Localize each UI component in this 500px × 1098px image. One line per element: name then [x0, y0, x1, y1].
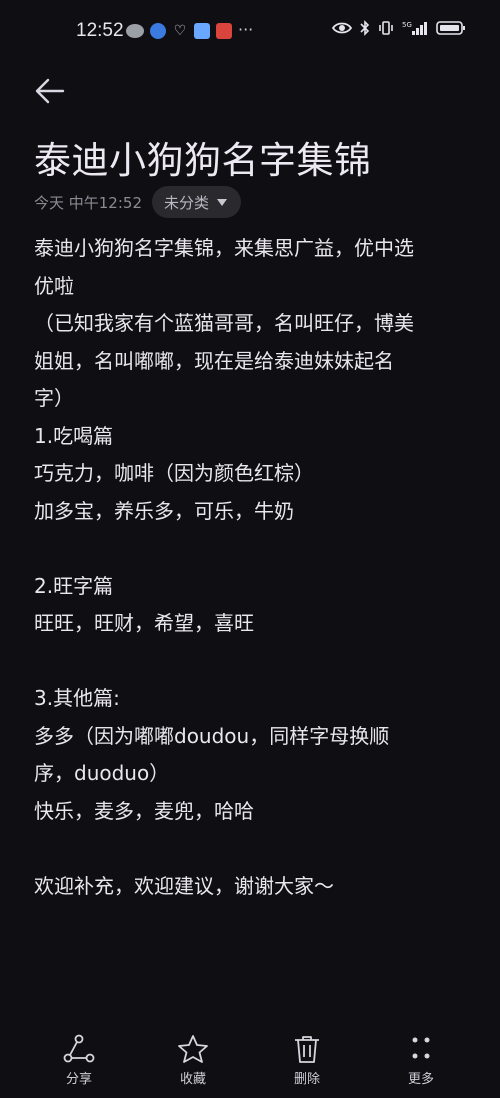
wechat-icon: [126, 24, 144, 38]
delete-button[interactable]: 删除: [272, 1026, 342, 1087]
note-date: 今天 中午12:52: [34, 193, 142, 212]
note-body[interactable]: 泰迪小狗狗名字集锦，来集思广益，优中选 优啦 （已知我家有个蓝猫哥哥，名叫旺仔，…: [34, 230, 464, 905]
battery-icon: [436, 21, 465, 35]
category-label: 未分类: [164, 193, 210, 212]
note-line: [34, 643, 464, 681]
star-icon: [178, 1035, 208, 1063]
note-line: [34, 830, 464, 868]
more-dots-icon: [412, 1037, 430, 1059]
vibrate-icon: [379, 21, 393, 35]
book-app-icon: [216, 23, 232, 39]
note-title[interactable]: 泰迪小狗狗名字集锦: [34, 130, 372, 184]
note-line: 加多宝，养乐多，可乐，牛奶: [34, 498, 294, 523]
camera-app-icon: [194, 23, 210, 39]
note-line: 快乐，麦多，麦兜，哈哈: [34, 798, 254, 823]
category-dropdown[interactable]: 未分类: [152, 186, 242, 218]
note-line: 泰迪小狗狗名字集锦，来集思广益，优中选: [34, 236, 414, 260]
bottom-toolbar: 分享 收藏 删除 更多: [0, 1026, 500, 1098]
share-button[interactable]: 分享: [44, 1026, 114, 1087]
note-line: 欢迎补充，欢迎建议，谢谢大家～: [34, 873, 334, 898]
note-line: 3.其他篇:: [34, 686, 120, 710]
delete-label: 删除: [293, 1072, 320, 1087]
share-label: 分享: [65, 1072, 92, 1087]
note-line: 优啦: [34, 273, 74, 298]
favorite-button[interactable]: 收藏: [158, 1026, 228, 1087]
note-line: 多多（因为嘟嘟doudou，同样字母换顺: [34, 723, 390, 748]
note-line: 序，duoduo）: [34, 761, 170, 785]
bluetooth-icon: [360, 20, 370, 36]
note-line: 旺旺，旺财，希望，喜旺: [34, 611, 254, 635]
back-button[interactable]: [32, 72, 70, 110]
status-bar: 12:52 ♡ ··· 5G: [0, 0, 500, 64]
note-line: 1.吃喝篇: [34, 423, 114, 448]
share-icon: [63, 1034, 95, 1063]
more-notifications-icon: ···: [238, 20, 254, 39]
status-time: 12:52: [76, 20, 124, 41]
back-arrow-icon: [35, 78, 65, 104]
note-line: 姐姐，名叫嘟嘟，现在是给泰迪妹妹起名: [34, 348, 394, 373]
note-line: 巧克力，咖啡（因为颜色红棕）: [34, 461, 314, 485]
note-meta: 今天 中午12:52 未分类: [34, 186, 242, 218]
signal-icon: 5G: [402, 21, 427, 35]
note-line: [34, 530, 464, 568]
favorite-label: 收藏: [179, 1072, 206, 1087]
svg-text:5G: 5G: [402, 21, 412, 29]
caret-down-icon: [217, 198, 228, 206]
more-label: 更多: [407, 1072, 434, 1087]
note-line: 字）: [34, 386, 74, 410]
notification-icons: ♡ ···: [126, 22, 253, 40]
note-line: 2.旺字篇: [34, 573, 114, 598]
system-icons: 5G: [332, 20, 466, 36]
note-line: （已知我家有个蓝猫哥哥，名叫旺仔，博美: [34, 311, 414, 335]
more-button[interactable]: 更多: [386, 1026, 456, 1087]
heart-app-icon: ♡: [173, 23, 187, 39]
trash-icon: [295, 1036, 319, 1063]
browser-icon: [150, 23, 166, 39]
eye-icon: [332, 22, 352, 34]
